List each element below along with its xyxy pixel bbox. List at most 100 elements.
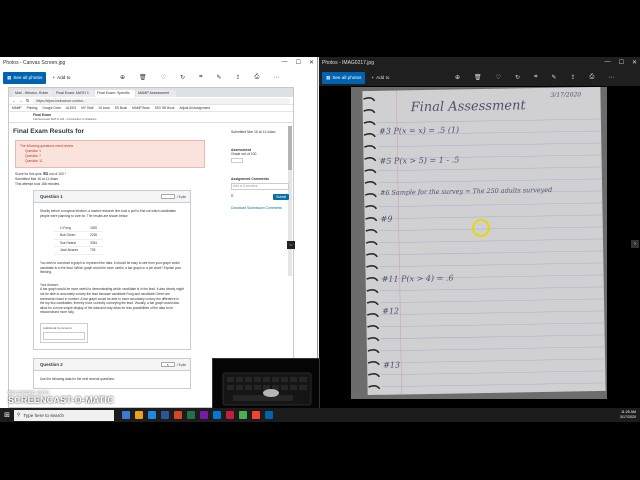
taskbar-app-icon[interactable] (135, 411, 143, 419)
photos-icon: ▦ (326, 74, 331, 80)
taskbar-search[interactable]: ⚲ Type here to search (14, 409, 114, 421)
bookmark[interactable]: ALEKS (66, 106, 76, 110)
submit-button[interactable]: Submit (273, 194, 289, 200)
more-icon[interactable]: ⋯ (608, 74, 614, 81)
crop-icon[interactable]: ⌗ (534, 74, 537, 81)
add-to-button[interactable]: + Add to (52, 75, 70, 80)
search-icon: ⚲ (17, 412, 21, 417)
quiz-meta: Score for this quiz: 81 out of 100 * Sub… (15, 171, 223, 186)
taskbar-app-icon[interactable] (148, 411, 156, 419)
favorite-icon[interactable]: ♡ (161, 74, 166, 81)
print-icon[interactable]: ⎙ (255, 74, 260, 81)
table-row: Sue Hearst 3361 (54, 239, 104, 248)
question-prompt: You wish to construct a graph to represe… (40, 260, 182, 275)
zoom-icon[interactable]: ⊕ (120, 74, 125, 81)
taskbar-app-icon[interactable] (252, 411, 260, 419)
share-icon[interactable]: ⇪ (236, 74, 241, 81)
reload-icon[interactable]: ↻ (26, 98, 29, 103)
attach-icon[interactable]: ⎘ (231, 194, 234, 200)
minimize-icon[interactable]: — (605, 59, 611, 66)
bookmark[interactable]: Printing (27, 106, 38, 110)
maximize-icon[interactable]: ☐ (296, 59, 301, 66)
question-header: Question 2 5/ 5 pts (34, 359, 190, 372)
bookmark[interactable]: SSV SB Book (155, 106, 175, 110)
see-all-photos-button[interactable]: ▦ See all photos (3, 71, 47, 84)
quiz-content: Final Exam Results for The following que… (9, 124, 223, 407)
share-icon[interactable]: ⇪ (571, 74, 576, 81)
download-link[interactable]: Download Submission Comments (231, 206, 289, 210)
handwritten-line: #12 (382, 306, 400, 316)
maximize-icon[interactable]: ☐ (619, 59, 624, 66)
minimize-icon[interactable]: — (282, 59, 288, 66)
browser-tab[interactable]: Final Exam: MATH 1 (54, 90, 94, 97)
taskbar-app-icon[interactable] (213, 411, 221, 419)
next-image-icon[interactable]: › (631, 240, 639, 248)
zoom-icon[interactable]: ⊕ (455, 74, 460, 81)
print-icon[interactable]: ⎙ (590, 74, 595, 81)
taskbar: ⊞ ⚲ Type here to search 11:25 AM 3/17/20… (0, 408, 640, 422)
browser-tab[interactable]: MAMP Assessment (136, 90, 176, 97)
rotate-icon[interactable]: ↻ (515, 74, 520, 81)
bookmark[interactable]: MAMP Book (132, 106, 150, 110)
points-input[interactable]: 5 (160, 362, 175, 368)
taskbar-app-icon[interactable] (187, 411, 195, 419)
taskbar-app-icon[interactable] (239, 411, 247, 419)
close-icon[interactable]: ✕ (309, 59, 314, 66)
edit-icon[interactable]: ✎ (216, 74, 221, 81)
handwritten-line: #11 P(x > 4) = .6 (381, 273, 454, 284)
plus-icon: + (371, 75, 375, 80)
bookmark[interactable]: Google Drive (42, 106, 61, 110)
photos-toolbar-right: ▦ See all photos + Add to ⊕ 🗑 ♡ ↻ ⌗ ✎ ⇪ … (319, 69, 640, 86)
close-icon[interactable]: ✕ (632, 59, 637, 66)
taskbar-app-icon[interactable] (265, 411, 273, 419)
taskbar-app-icon[interactable] (226, 411, 234, 419)
points-input[interactable] (160, 194, 175, 200)
bookmark[interactable]: Adjust All Assignment (179, 106, 209, 110)
see-all-photos-button[interactable]: ▦ See all photos (322, 71, 366, 84)
handwritten-line: #3 P(x = x) = .5 (1) (378, 125, 460, 136)
browser-tab-active[interactable]: Final Exam: Specific (95, 90, 135, 97)
plus-icon: + (52, 75, 56, 80)
score-value: 81 (43, 171, 49, 176)
comment-textarea[interactable] (43, 332, 85, 341)
more-icon[interactable]: ⋯ (273, 74, 279, 81)
delete-icon[interactable]: 🗑 (139, 74, 147, 81)
expand-icon[interactable]: ⇔ (287, 241, 295, 249)
window-title: Photos - IMAG0217.jpg (322, 60, 374, 66)
question-header: Question 1 / 5 pts (34, 191, 190, 204)
photos-window-right: Photos - IMAG0217.jpg — ☐ ✕ ▦ See all ph… (319, 57, 640, 408)
windows-start-icon[interactable]: ⊞ (0, 408, 14, 422)
comment-input[interactable]: Add a Comment (231, 183, 289, 190)
rotate-icon[interactable]: ↻ (180, 74, 185, 81)
photos-toolbar-left: ▦ See all photos + Add to ⊕ 🗑 ♡ ↻ ⌗ ✎ ⇪ … (0, 69, 317, 86)
taskbar-app-icon[interactable] (200, 411, 208, 419)
favorite-icon[interactable]: ♡ (496, 74, 501, 81)
add-to-button[interactable]: + Add to (371, 75, 389, 80)
taskbar-app-icon[interactable] (174, 411, 182, 419)
edit-icon[interactable]: ✎ (551, 74, 556, 81)
forward-icon[interactable]: → (19, 98, 23, 103)
back-icon[interactable]: ← (12, 98, 16, 103)
delete-icon[interactable]: 🗑 (474, 74, 482, 81)
question-2: Question 2 5/ 5 pts Use the following da… (33, 358, 191, 390)
crop-icon[interactable]: ⌗ (199, 74, 202, 81)
bookmark[interactable]: SS Book (115, 106, 127, 110)
bookmark[interactable]: 10 book (98, 106, 109, 110)
taskbar-app-icon[interactable] (122, 411, 130, 419)
bookmarks-bar: MAMP Printing Google Drive ALEKS MY Stuf… (9, 105, 293, 112)
bookmark[interactable]: MY Stuff (81, 106, 93, 110)
browser-tab[interactable]: Mail - Weston, Robin (13, 90, 53, 97)
handwritten-line: #9 (380, 214, 393, 224)
bookmark[interactable]: MAMP (12, 106, 22, 110)
address-bar: ← → ↻ https://stjmc.instructure.com/co..… (9, 97, 293, 105)
system-clock[interactable]: 11:25 AM 3/17/2020 (620, 410, 636, 419)
taskbar-app-icon[interactable] (161, 411, 169, 419)
url-field[interactable]: https://stjmc.instructure.com/co... (32, 97, 290, 104)
handwritten-date: 3/17/2020 (550, 91, 582, 99)
cursor-highlight (472, 219, 490, 237)
question-1: Question 1 / 5 pts Shortly before a mayo… (33, 190, 191, 351)
notebook-page: Final Assessment 3/17/2020 #3 P(x = x) =… (362, 87, 606, 396)
course-subtitle: Fall Semester MATH 126 - Introduction to… (33, 117, 97, 121)
grade-input[interactable] (231, 158, 243, 163)
alert-link-question[interactable]: Question 11 (20, 159, 200, 164)
